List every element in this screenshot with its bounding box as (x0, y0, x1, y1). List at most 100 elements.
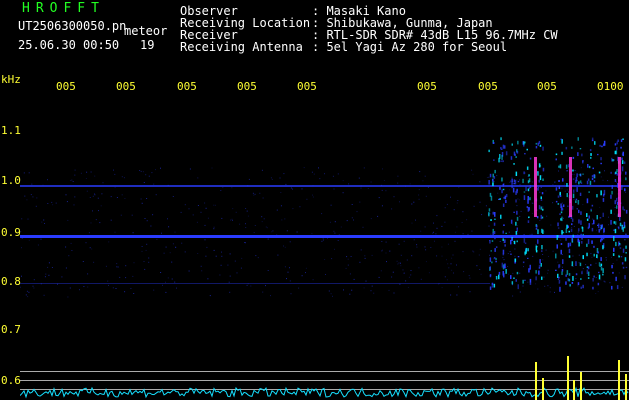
meteor-echo (590, 210, 592, 212)
noise-dot (425, 249, 427, 251)
noise-dot (290, 187, 292, 189)
noise-dot (332, 295, 333, 297)
noise-dot (283, 245, 284, 247)
meteor-echo (491, 261, 493, 264)
meteor-echo (500, 160, 502, 162)
noise-dot (204, 239, 206, 241)
noise-dot (418, 194, 420, 196)
noise-dot (321, 213, 323, 215)
noise-dot (229, 275, 231, 277)
noise-dot (215, 255, 217, 257)
noise-dot (405, 185, 407, 187)
noise-dot (577, 285, 579, 287)
noise-dot (222, 186, 224, 188)
meteor-echo (588, 191, 590, 193)
noise-dot (292, 188, 293, 190)
noise-dot (232, 208, 234, 210)
noise-dot (486, 177, 488, 178)
meteor-echo (493, 159, 495, 161)
noise-dot (298, 287, 300, 289)
noise-dot (400, 265, 402, 267)
noise-dot (175, 246, 177, 248)
noise-dot (529, 234, 531, 236)
noise-dot (433, 231, 434, 233)
meteor-echo (493, 283, 496, 288)
noise-dot (524, 172, 526, 174)
meteor-echo (590, 208, 592, 210)
meteor-echo (624, 257, 627, 262)
noise-dot (438, 283, 440, 285)
noise-dot (313, 173, 315, 175)
noise-dot (547, 269, 549, 271)
meteor-echo (511, 143, 513, 146)
noise-dot (26, 199, 28, 201)
noise-dot (222, 236, 224, 238)
meteor-echo (571, 218, 574, 222)
noise-dot (499, 241, 501, 242)
meteor-echo (561, 269, 564, 272)
noise-dot (358, 177, 360, 179)
meteor-echo (568, 278, 571, 282)
meteor-echo (505, 151, 508, 156)
noise-dot (425, 261, 427, 263)
meteor-echo (577, 152, 579, 156)
noise-dot (522, 285, 524, 287)
noise-dot (402, 269, 404, 271)
noise-dot (607, 180, 609, 182)
noise-dot (456, 264, 457, 266)
power-spike (535, 362, 537, 400)
noise-dot (250, 285, 252, 287)
meteor-echo (599, 224, 602, 226)
noise-dot (74, 196, 76, 198)
noise-dot (580, 167, 582, 169)
meteor-echo (591, 240, 593, 244)
noise-dot (94, 175, 96, 177)
noise-dot (564, 183, 565, 185)
meteor-echo (538, 179, 540, 183)
noise-dot (221, 251, 222, 253)
meteor-echo (598, 262, 601, 267)
meteor-echo (513, 277, 515, 279)
noise-dot (514, 248, 516, 250)
noise-dot (85, 178, 87, 179)
noise-dot (155, 169, 156, 171)
noise-dot (41, 221, 43, 223)
noise-dot (359, 261, 361, 263)
noise-dot (47, 179, 48, 181)
meteor-echo (603, 227, 605, 233)
meteor-echo (565, 235, 568, 237)
noise-dot (265, 285, 266, 287)
carrier-line (20, 185, 629, 187)
noise-dot (516, 205, 518, 207)
meteor-echo (611, 264, 613, 269)
meteor-echo (499, 198, 501, 200)
noise-dot (70, 242, 72, 244)
noise-dot (519, 199, 520, 201)
meteor-echo (593, 180, 596, 183)
meteor-echo (600, 257, 602, 261)
noise-dot (472, 250, 474, 252)
noise-dot (162, 284, 163, 286)
meteor-echo (505, 199, 507, 203)
noise-dot (252, 192, 254, 194)
noise-dot (545, 190, 547, 192)
meteor-echo (601, 224, 603, 228)
meteor-echo (512, 187, 515, 193)
meteor-echo (568, 255, 571, 258)
noise-dot (107, 280, 109, 282)
noise-dot (152, 214, 154, 216)
meteor-label: meteor (124, 24, 168, 38)
noise-dot (539, 220, 541, 221)
noise-dot (478, 254, 480, 256)
noise-dot (145, 174, 147, 176)
meteor-echo (566, 270, 569, 275)
meteor-echo (513, 179, 516, 183)
noise-dot (399, 283, 401, 285)
noise-dot (133, 262, 135, 264)
noise-dot (596, 258, 598, 259)
time-label: 005 (417, 80, 437, 93)
meteor-echo (502, 238, 504, 241)
meteor-echo (591, 175, 594, 178)
noise-dot (436, 227, 438, 229)
noise-dot (89, 197, 91, 198)
